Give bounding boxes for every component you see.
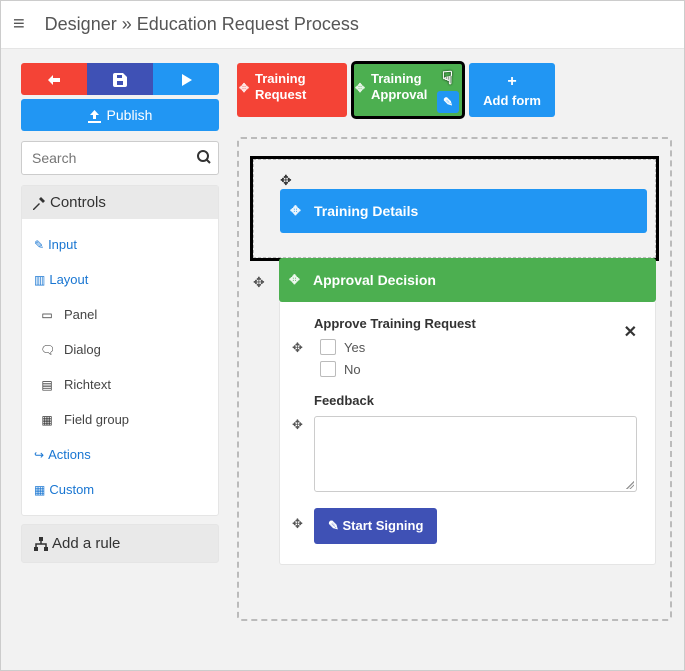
search-icon[interactable]: [197, 148, 211, 165]
play-icon: [180, 74, 192, 86]
save-button[interactable]: [87, 63, 153, 95]
move-icon[interactable]: ✥: [289, 272, 300, 288]
option-yes[interactable]: Yes: [320, 339, 637, 355]
move-icon[interactable]: ✥: [292, 417, 303, 433]
richtext-icon: ▤: [40, 378, 54, 392]
gavel-icon: [32, 196, 46, 210]
move-icon: ✥: [355, 81, 365, 96]
edit-icon: ✎: [34, 238, 44, 252]
search-input[interactable]: [21, 141, 219, 175]
edit-tab-button[interactable]: ✎: [437, 91, 459, 113]
tab-training-approval[interactable]: ✥ Training Approval ✎ ☟: [353, 63, 463, 117]
field-label: Feedback: [314, 393, 637, 408]
field-label: Approve Training Request: [314, 316, 637, 331]
field-approve-request: Approve Training Request ✕ ✥ Yes No: [298, 316, 637, 377]
section-title: Training Details: [314, 203, 418, 219]
layout-item-panel[interactable]: ▭Panel: [22, 297, 218, 332]
back-icon: [47, 74, 61, 86]
fieldgroup-icon: ▦: [40, 413, 54, 427]
section-training-details[interactable]: ✥ ✥ Training Details: [253, 159, 656, 258]
upload-icon: [88, 110, 101, 123]
move-icon[interactable]: ✥: [253, 274, 265, 291]
option-no[interactable]: No: [320, 361, 637, 377]
sitemap-icon: [34, 537, 48, 551]
signature-icon: ✎: [328, 518, 343, 533]
actions-icon: ↪: [34, 448, 44, 462]
layout-item-dialog[interactable]: 🗨Dialog: [22, 332, 218, 367]
move-icon[interactable]: ✥: [292, 340, 303, 356]
form-canvas: ✥ ✥ Training Details ✥ ✥ Approval Decisi…: [237, 137, 672, 621]
field-start-signing: ✥ ✎ Start Signing: [298, 508, 637, 544]
layout-item-fieldgroup[interactable]: ▦Field group: [22, 402, 218, 437]
publish-button[interactable]: Publish: [21, 99, 219, 131]
controls-panel-header[interactable]: Controls: [22, 186, 218, 219]
feedback-textarea[interactable]: [314, 416, 637, 492]
publish-label: Publish: [107, 107, 153, 123]
checkbox-icon[interactable]: [320, 339, 336, 355]
controls-actions-group[interactable]: ↪Actions: [22, 437, 218, 472]
start-signing-button[interactable]: ✎ Start Signing: [314, 508, 437, 544]
back-button[interactable]: [21, 63, 87, 95]
move-icon[interactable]: ✥: [292, 516, 303, 532]
breadcrumb: Designer » Education Request Process: [45, 14, 359, 35]
cursor-hand-icon: ☟: [442, 67, 453, 90]
panel-icon: ▭: [40, 308, 54, 322]
layout-icon: ▥: [34, 273, 45, 287]
field-feedback: Feedback ✥: [298, 393, 637, 492]
plus-icon: +: [507, 73, 516, 91]
remove-field-button[interactable]: ✕: [624, 322, 637, 342]
custom-icon: ▦: [34, 483, 45, 497]
dialog-icon: 🗨: [40, 343, 54, 357]
add-rule-button[interactable]: Add a rule: [21, 524, 219, 563]
menu-icon[interactable]: ≡: [13, 13, 25, 36]
section-title: Approval Decision: [313, 272, 436, 288]
section-approval-decision[interactable]: ✥ ✥ Approval Decision Approve Training R…: [253, 258, 656, 565]
controls-input-group[interactable]: ✎Input: [22, 227, 218, 262]
layout-item-richtext[interactable]: ▤Richtext: [22, 367, 218, 402]
controls-custom-group[interactable]: ▦Custom: [22, 472, 218, 507]
move-icon[interactable]: ✥: [290, 203, 301, 219]
move-icon[interactable]: ✥: [280, 172, 292, 188]
save-icon: [113, 73, 127, 87]
move-icon: ✥: [239, 81, 249, 96]
add-form-button[interactable]: + Add form: [469, 63, 555, 117]
controls-layout-group[interactable]: ▥Layout: [22, 262, 218, 297]
tab-training-request[interactable]: ✥ Training Request: [237, 63, 347, 117]
preview-button[interactable]: [153, 63, 219, 95]
checkbox-icon[interactable]: [320, 361, 336, 377]
